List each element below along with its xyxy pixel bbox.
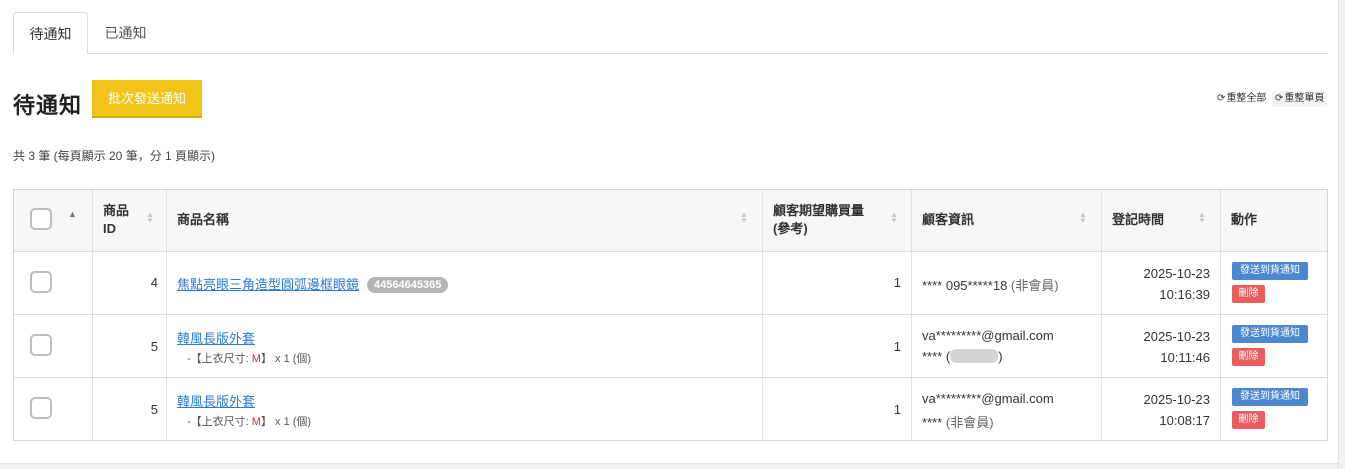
reorder-page-label: 重整單頁 (1284, 93, 1325, 104)
header-time-label: 登記時間 (1112, 212, 1165, 227)
register-date: 2025-10-23 (1143, 329, 1211, 344)
customer-email: va*********@gmail.com (922, 391, 1054, 406)
refresh-icon: ⟳ (1217, 93, 1226, 104)
product-name-link[interactable]: 焦點亮眼三角造型圓弧邊框眼鏡 (177, 277, 359, 292)
record-summary: 共 3 筆 (每頁顯示 20 筆，分 1 頁顯示) (13, 149, 216, 163)
tab-bar: 待通知 已通知 (13, 12, 1328, 54)
row-checkbox[interactable] (30, 334, 52, 356)
expected-qty: 1 (893, 402, 901, 417)
window-frame-right (1338, 0, 1345, 469)
customer-phone: **** (922, 415, 943, 430)
row-checkbox[interactable] (30, 397, 52, 419)
tab-pending[interactable]: 待通知 (13, 12, 88, 54)
delete-button[interactable]: 刪除 (1232, 348, 1265, 366)
delete-button[interactable]: 刪除 (1232, 285, 1265, 303)
send-arrival-notice-button[interactable]: 發送到貨通知 (1232, 262, 1308, 280)
header-time[interactable]: 登記時間 ▲ ▼ (1101, 190, 1220, 251)
redacted-info (950, 349, 999, 363)
row-checkbox[interactable] (30, 271, 52, 293)
sort-icon: ▲ ▼ (890, 210, 898, 225)
refresh-icon: ⟳ (1275, 93, 1284, 104)
expected-qty: 1 (893, 339, 901, 354)
header-product-id-line1: 商品 (103, 203, 130, 218)
customer-contact: **** 095*****18 (922, 278, 1008, 293)
product-id: 4 (150, 275, 158, 290)
product-name-link[interactable]: 韓風長版外套 (177, 331, 255, 346)
variant-prefix: -【上衣尺寸: (187, 353, 252, 365)
register-date: 2025-10-23 (1143, 392, 1211, 407)
header-product-id[interactable]: 商品 ID ▲ ▼ (92, 190, 166, 251)
table-row: 5 韓風長版外套 -【上衣尺寸: M】 x 1 (個) 1 va********… (14, 377, 1327, 440)
sort-icon: ▲ ▼ (1079, 210, 1087, 225)
tab-notified[interactable]: 已通知 (88, 12, 163, 54)
customer-phone: **** ( (922, 349, 951, 364)
page-title: 待通知 (13, 93, 83, 118)
header-select-cell: ▲ (14, 190, 92, 251)
header-customer-label: 顧客資訊 (922, 212, 975, 227)
window-frame-bottom (0, 463, 1338, 469)
variant-value: M (251, 416, 261, 428)
register-clock: 10:11:46 (1160, 350, 1210, 365)
header-action: 動作 (1220, 190, 1327, 251)
sort-icon: ▲ ▼ (146, 210, 154, 225)
delete-button[interactable]: 刪除 (1232, 411, 1265, 429)
select-all-checkbox[interactable] (30, 208, 52, 230)
table-row: 4 焦點亮眼三角造型圓弧邊框眼鏡 44564645365 1 **** 095**… (14, 251, 1327, 314)
header-expected-qty[interactable]: 顧客期望購買量 (參考) ▲ ▼ (762, 190, 911, 251)
reorder-page-button[interactable]: ⟳重整單頁 (1272, 91, 1328, 107)
expected-qty: 1 (893, 275, 901, 290)
header-customer[interactable]: 顧客資訊 ▲ ▼ (911, 190, 1101, 251)
send-arrival-notice-button[interactable]: 發送到貨通知 (1232, 388, 1308, 406)
variant-value: M (251, 353, 261, 365)
header-product-name[interactable]: 商品名稱 ▲ ▼ (166, 190, 762, 251)
sort-icon: ▲ ▼ (740, 210, 748, 225)
table-row: 5 韓風長版外套 -【上衣尺寸: M】 x 1 (個) 1 va********… (14, 314, 1327, 377)
register-clock: 10:08:17 (1159, 413, 1210, 428)
reorder-all-label: 重整全部 (1226, 93, 1267, 104)
reorder-all-button[interactable]: ⟳重整全部 (1214, 91, 1269, 107)
customer-member-status: (非會員) (945, 415, 994, 430)
register-clock: 10:16:39 (1159, 287, 1210, 302)
table-header-row: ▲ 商品 ID ▲ ▼ 商品名稱 ▲ ▼ 顧客期望購買量 (參考) ▲ ▼ 顧客資訊 … (14, 190, 1327, 251)
variant-suffix: 】 x 1 (個) (260, 416, 312, 428)
header-qty-line1: 顧客期望購買量 (773, 203, 865, 218)
notification-table: ▲ 商品 ID ▲ ▼ 商品名稱 ▲ ▼ 顧客期望購買量 (參考) ▲ ▼ 顧客資訊 … (13, 189, 1328, 441)
send-arrival-notice-button[interactable]: 發送到貨通知 (1232, 325, 1308, 343)
header-product-id-line2: ID (103, 221, 116, 236)
product-id: 5 (150, 339, 158, 354)
customer-member-status: (非會員) (1010, 278, 1059, 293)
variant-prefix: -【上衣尺寸: (187, 416, 252, 428)
customer-email: va*********@gmail.com (922, 328, 1054, 343)
variant-suffix: 】 x 1 (個) (260, 353, 312, 365)
customer-phone-close: ) (998, 349, 1003, 364)
header-product-name-label: 商品名稱 (177, 212, 230, 227)
batch-notify-button[interactable]: 批次發送通知 (92, 80, 202, 118)
product-id: 5 (150, 402, 158, 417)
register-date: 2025-10-23 (1143, 266, 1211, 281)
header-qty-line2: (參考) (773, 221, 808, 236)
product-name-link[interactable]: 韓風長版外套 (177, 394, 255, 409)
sku-badge: 44564645365 (367, 277, 449, 293)
header-action-label: 動作 (1231, 212, 1258, 227)
sort-asc-icon[interactable]: ▲ (68, 209, 77, 219)
sort-icon: ▲ ▼ (1198, 210, 1206, 225)
